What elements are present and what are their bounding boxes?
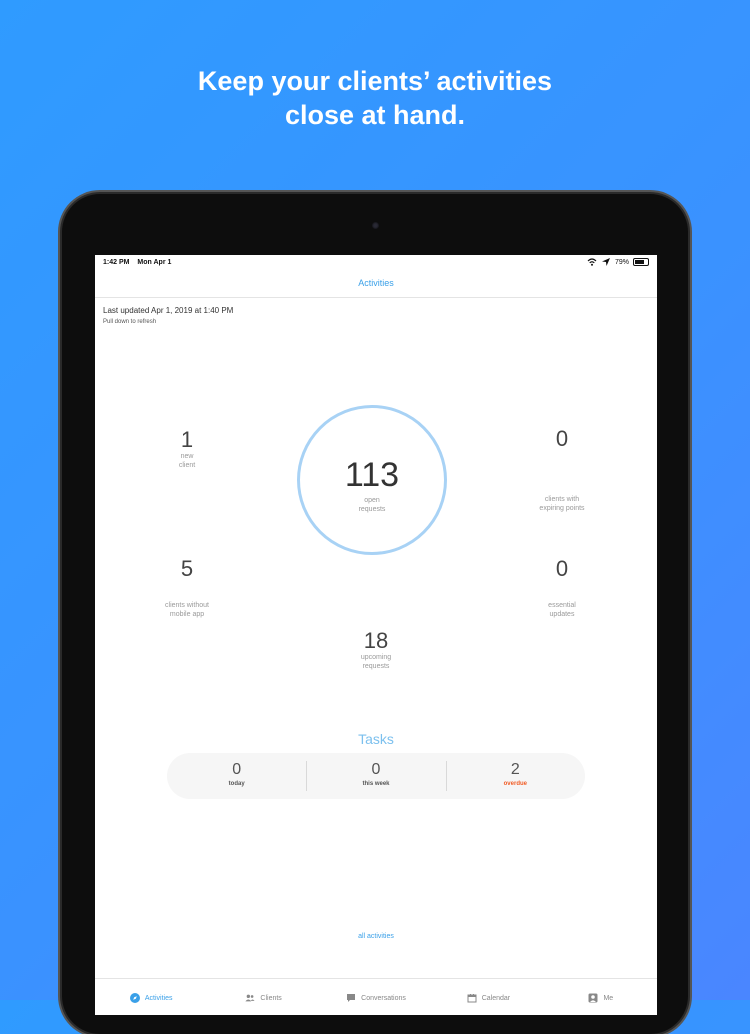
nav-bar: Activities [95,269,657,298]
without-app-label-2: mobile app [169,611,205,618]
upcoming-requests-value: 18 [363,628,389,653]
people-icon [245,994,255,1002]
new-client-value: 1 [180,427,194,452]
tab-clients[interactable]: Clients [207,979,319,1015]
open-requests-label-1: open [364,497,380,504]
chat-bubble-icon [347,994,356,1002]
tab-calendar-label: Calendar [481,994,511,1002]
upcoming-requests-label: upcoming requests [341,653,411,671]
tab-me-label: Me [603,994,614,1002]
task-this-week-value: 0 [371,761,381,778]
wifi-icon [587,258,597,266]
task-today-value: 0 [232,761,242,778]
stat-new-client[interactable]: 1 new client [167,428,207,470]
tab-me[interactable]: Me [545,979,657,1015]
last-updated: Last updated Apr 1, 2019 at 1:40 PM Pull… [95,298,657,325]
all-activities-link[interactable]: all activities [95,933,657,940]
tab-bar: Activities Clients Conversations Calenda… [95,978,657,1015]
status-date: Mon Apr 1 [137,258,172,266]
new-client-label-1: new [180,453,194,460]
tab-calendar[interactable]: Calendar [432,979,544,1015]
last-updated-text: Last updated Apr 1, 2019 at 1:40 PM [103,306,234,315]
tab-conversations-label: Conversations [361,994,406,1002]
expiring-points-label: clients with expiring points [527,495,597,513]
open-requests-label-2: requests [358,506,386,513]
stat-without-app[interactable]: 5 clients without mobile app [152,557,222,619]
battery-icon [633,258,649,266]
upcoming-requests-label-2: requests [362,663,390,670]
task-today-label: today [228,781,245,787]
app-screen: 1:42 PM Mon Apr 1 79% Activities Last up [95,255,657,1015]
stat-expiring-points[interactable]: 0 clients with expiring points [527,427,597,513]
status-bar: 1:42 PM Mon Apr 1 79% [95,255,657,269]
camera-icon [372,222,379,229]
essential-updates-label-1: essential [548,602,576,609]
new-client-label-2: client [178,462,196,469]
tab-conversations[interactable]: Conversations [320,979,432,1015]
tasks-summary: 0 today 0 this week 2 overdue [167,753,585,799]
nav-title: Activities [358,278,394,288]
without-app-label: clients without mobile app [152,601,222,619]
upcoming-requests-label-1: upcoming [360,654,392,661]
task-overdue[interactable]: 2 overdue [445,753,585,799]
without-app-label-1: clients without [165,602,209,609]
essential-updates-label: essential updates [527,601,597,619]
battery-percent: 79% [614,258,629,266]
compass-icon [129,993,140,1003]
open-requests-value: 113 [344,456,400,494]
tab-activities-label: Activities [144,994,173,1002]
open-requests-ring[interactable]: 113 open requests [297,405,447,555]
headline-line-1: Keep your clients’ activities [197,66,553,96]
task-this-week[interactable]: 0 this week [306,753,445,799]
expiring-points-label-2: expiring points [539,505,585,512]
expiring-points-value: 0 [555,426,569,451]
essential-updates-value: 0 [555,556,569,581]
tab-clients-label: Clients [260,994,282,1002]
without-app-value: 5 [180,556,194,581]
headline: Keep your clients’ activities close at h… [0,64,750,132]
task-this-week-label: this week [362,781,390,787]
stat-upcoming-requests[interactable]: 18 upcoming requests [341,629,411,671]
open-requests-label: open requests [300,496,444,514]
person-icon [588,993,598,1003]
stat-essential-updates[interactable]: 0 essential updates [527,557,597,619]
essential-updates-label-2: updates [549,611,575,618]
tasks-title: Tasks [358,731,394,747]
task-overdue-value: 2 [510,761,520,778]
expiring-points-label-1: clients with [544,496,580,503]
status-time: 1:42 PM [103,258,130,266]
new-client-label: new client [167,452,207,470]
task-today[interactable]: 0 today [167,753,306,799]
tab-activities[interactable]: Activities [95,979,207,1015]
ipad-frame: 1:42 PM Mon Apr 1 79% Activities Last up [62,194,688,1034]
calendar-icon [467,994,477,1003]
task-overdue-label: overdue [503,781,527,787]
location-arrow-icon [601,258,610,266]
pull-to-refresh-hint: Pull down to refresh [103,319,157,325]
headline-line-2: close at hand. [284,100,466,130]
